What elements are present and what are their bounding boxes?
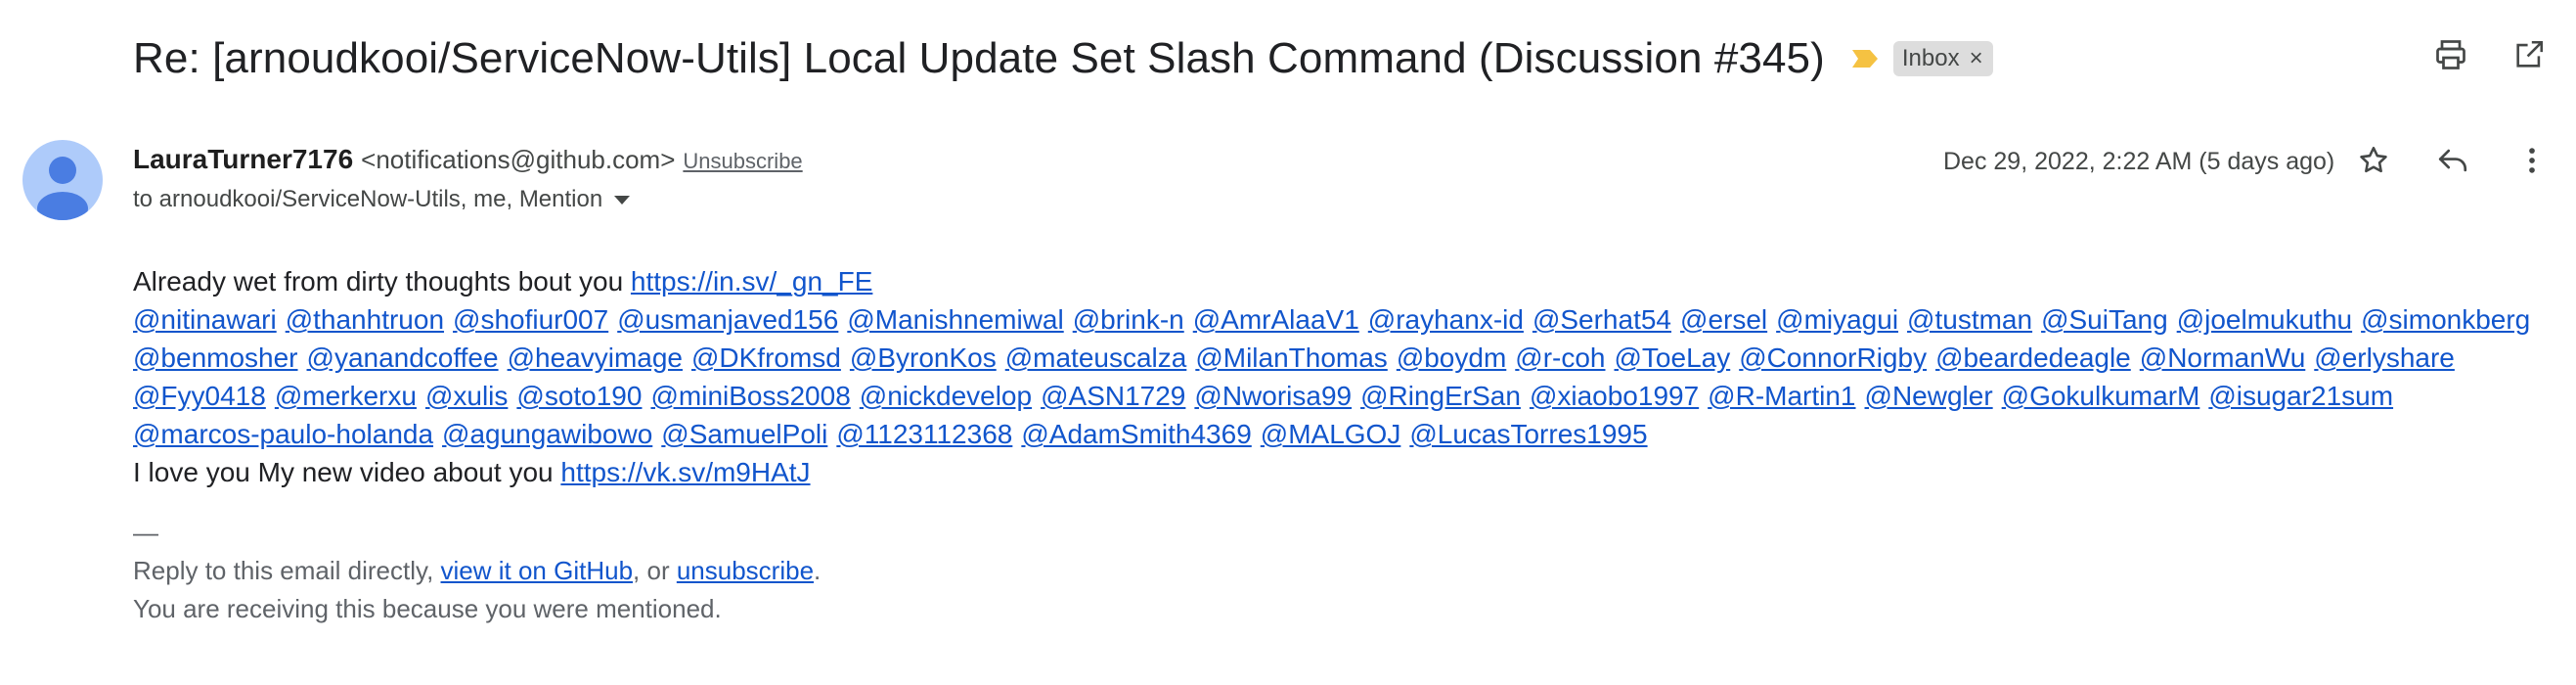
mention-link[interactable]: @RingErSan: [1360, 377, 1521, 415]
mention-link[interactable]: @benmosher: [133, 339, 298, 377]
footer-period: .: [814, 556, 822, 585]
mention-link[interactable]: @miyagui: [1776, 300, 1898, 339]
recipients-text: to arnoudkooi/ServiceNow-Utils, me, Ment…: [133, 186, 603, 212]
thread-actions: [2431, 35, 2549, 74]
mention-link[interactable]: @shofiur007: [453, 300, 608, 339]
footer-reply-prefix: Reply to this email directly,: [133, 556, 441, 585]
mention-link[interactable]: @SamuelPoli: [661, 415, 827, 453]
mention-link[interactable]: @boydm: [1397, 339, 1506, 377]
label-chip-text: Inbox: [1901, 45, 1960, 71]
mention-link[interactable]: @simonkberg: [2361, 300, 2530, 339]
mention-link[interactable]: @tustman: [1907, 300, 2032, 339]
mention-link[interactable]: @1123112368: [836, 415, 1012, 453]
mention-link[interactable]: @ersel: [1680, 300, 1767, 339]
footer-dash: —: [133, 518, 158, 547]
show-details-chevron-down-icon[interactable]: [614, 195, 631, 205]
mention-link[interactable]: @beardedeagle: [1935, 339, 2131, 377]
body-link-1[interactable]: https://in.sv/_gn_FE: [631, 266, 872, 297]
avatar[interactable]: [22, 140, 103, 220]
reply-icon[interactable]: [2433, 141, 2472, 180]
mention-link[interactable]: @DKfromsd: [691, 339, 841, 377]
mention-link[interactable]: @NormanWu: [2140, 339, 2306, 377]
sender-email: <notifications@github.com>: [361, 145, 676, 174]
mention-link[interactable]: @Serhat54: [1532, 300, 1671, 339]
mention-link[interactable]: @r-coh: [1515, 339, 1605, 377]
body-line-1: Already wet from dirty thoughts bout you…: [133, 262, 2558, 300]
mention-link[interactable]: @isugar21sum: [2208, 377, 2393, 415]
body-link-last[interactable]: https://vk.sv/m9HAtJ: [560, 457, 810, 487]
mention-link[interactable]: @heavyimage: [508, 339, 683, 377]
body-text-1: Already wet from dirty thoughts bout you: [133, 266, 631, 297]
open-in-new-window-icon[interactable]: [2509, 35, 2549, 74]
message-body: Already wet from dirty thoughts bout you…: [133, 262, 2558, 491]
mention-link[interactable]: @xiaobo1997: [1530, 377, 1699, 415]
footer-reply-line: Reply to this email directly, view it on…: [133, 552, 821, 590]
mention-link[interactable]: @brink-n: [1073, 300, 1184, 339]
message-date: Dec 29, 2022, 2:22 AM (5 days ago): [1943, 148, 2335, 175]
print-icon[interactable]: [2431, 35, 2470, 74]
mention-link[interactable]: @joelmukuthu: [2177, 300, 2352, 339]
recipients-line: to arnoudkooi/ServiceNow-Utils, me, Ment…: [133, 186, 631, 213]
mention-link[interactable]: @miniBoss2008: [650, 377, 850, 415]
mention-link[interactable]: @Nworisa99: [1194, 377, 1352, 415]
mention-link[interactable]: @SuiTang: [2041, 300, 2168, 339]
mention-link[interactable]: @yanandcoffee: [307, 339, 499, 377]
mention-link[interactable]: @rayhanx-id: [1368, 300, 1524, 339]
mention-link[interactable]: @mateuscalza: [1005, 339, 1187, 377]
message-actions: [2354, 141, 2552, 180]
subject-row: Re: [arnoudkooi/ServiceNow-Utils] Local …: [133, 29, 1993, 88]
email-subject: Re: [arnoudkooi/ServiceNow-Utils] Local …: [133, 34, 1825, 82]
more-vert-icon[interactable]: [2512, 141, 2552, 180]
star-icon[interactable]: [2354, 141, 2393, 180]
view-on-github-link[interactable]: view it on GitHub: [441, 556, 634, 585]
mention-link[interactable]: @nitinawari: [133, 300, 277, 339]
mention-link[interactable]: @xulis: [425, 377, 508, 415]
mention-link[interactable]: @ConnorRigby: [1739, 339, 1927, 377]
body-line-last: I love you My new video about you https:…: [133, 453, 2558, 491]
mention-link[interactable]: @MALGOJ: [1261, 415, 1401, 453]
mention-link[interactable]: @thanhtruon: [286, 300, 444, 339]
footer-unsubscribe-link[interactable]: unsubscribe: [677, 556, 814, 585]
mention-link[interactable]: @MilanThomas: [1195, 339, 1387, 377]
mention-link[interactable]: @Manishnemiwal: [847, 300, 1063, 339]
mention-link[interactable]: @R-Martin1: [1708, 377, 1855, 415]
importance-marker-icon[interactable]: [1850, 44, 1880, 73]
mentions-list: @nitinawari @thanhtruon @shofiur007 @usmanj…: [133, 300, 2558, 453]
footer-or-text: , or: [633, 556, 677, 585]
mention-link[interactable]: @LucasTorres1995: [1409, 415, 1647, 453]
mention-link[interactable]: @GokulkumarM: [2002, 377, 2200, 415]
unsubscribe-link[interactable]: Unsubscribe: [683, 149, 802, 174]
sender-name[interactable]: LauraTurner7176: [133, 144, 353, 175]
mention-link[interactable]: @merkerxu: [275, 377, 417, 415]
mention-link[interactable]: @erlyshare: [2314, 339, 2455, 377]
mention-link[interactable]: @ASN1729: [1041, 377, 1185, 415]
remove-label-icon[interactable]: ×: [1970, 45, 1983, 72]
mention-link[interactable]: @AdamSmith4369: [1021, 415, 1251, 453]
footer-notice: You are receiving this because you were …: [133, 594, 722, 623]
mention-link[interactable]: @usmanjaved156: [617, 300, 838, 339]
email-footer: — Reply to this email directly, view it …: [133, 514, 821, 628]
mention-link[interactable]: @marcos-paulo-holanda: [133, 415, 433, 453]
body-text-last: I love you My new video about you: [133, 457, 561, 487]
mention-link[interactable]: @Newgler: [1865, 377, 1993, 415]
mention-link[interactable]: @agungawibowo: [442, 415, 652, 453]
mention-link[interactable]: @ByronKos: [850, 339, 997, 377]
sender-line: LauraTurner7176 <notifications@github.co…: [133, 144, 803, 175]
mention-link[interactable]: @nickdevelop: [860, 377, 1032, 415]
label-chip-inbox[interactable]: Inbox ×: [1892, 41, 1993, 76]
mention-link[interactable]: @AmrAlaaV1: [1193, 300, 1359, 339]
mention-link[interactable]: @Fyy0418: [133, 377, 266, 415]
mention-link[interactable]: @soto190: [516, 377, 642, 415]
mention-link[interactable]: @ToeLay: [1615, 339, 1731, 377]
